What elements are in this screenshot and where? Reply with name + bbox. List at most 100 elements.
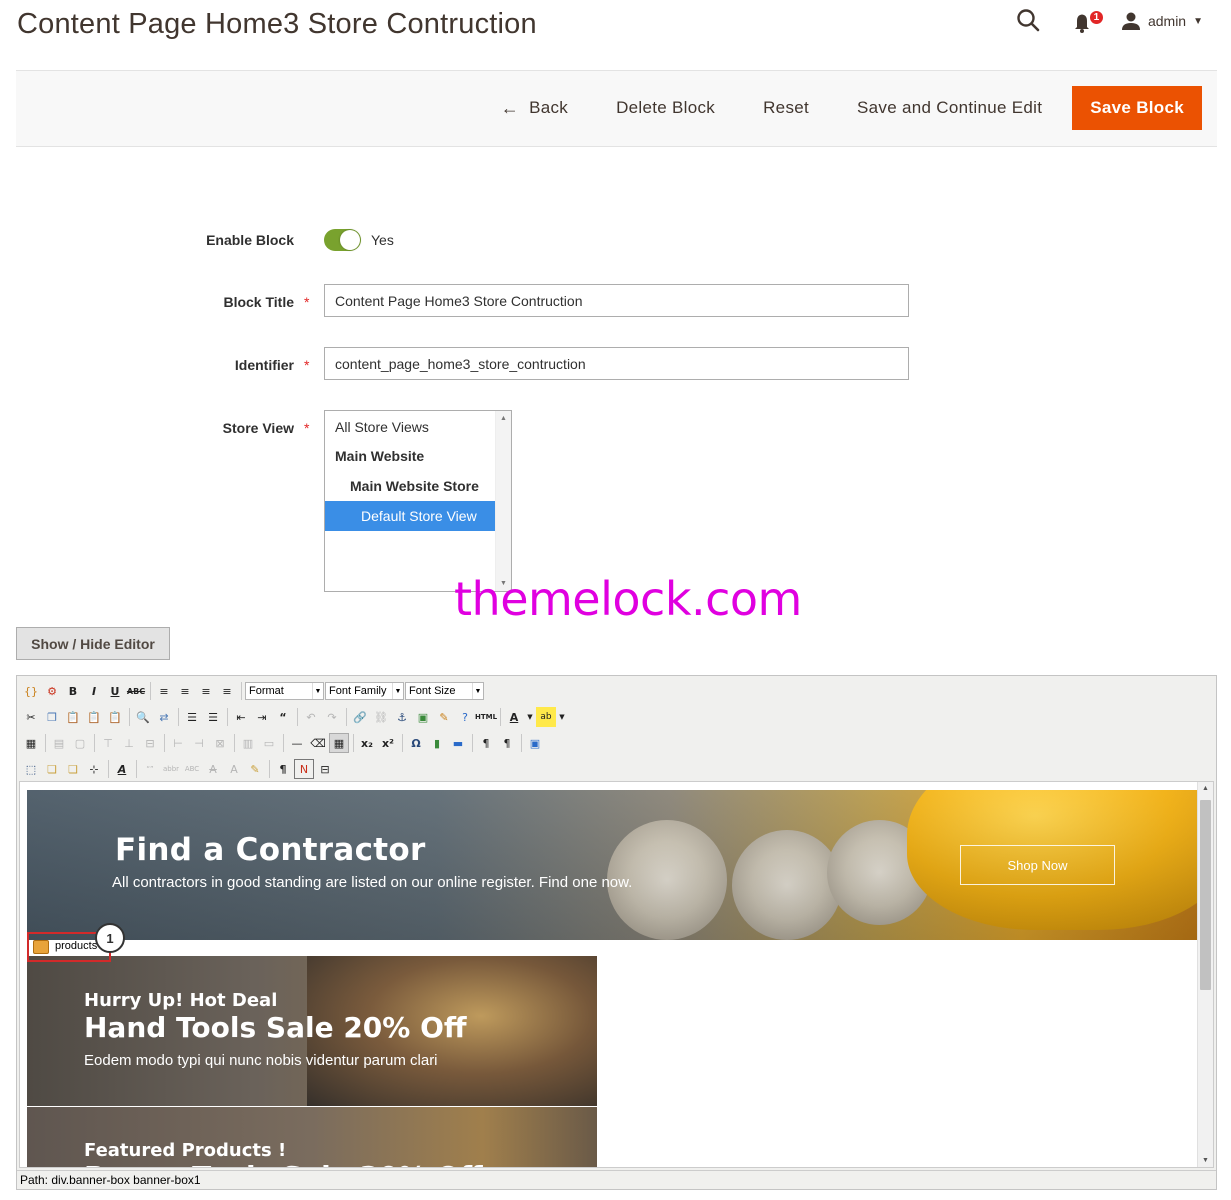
delete-row-icon[interactable]: ⊟ xyxy=(140,733,160,753)
redo-icon[interactable]: ↷ xyxy=(322,707,342,727)
paste-icon[interactable]: 📋 xyxy=(63,707,83,727)
store-option[interactable]: All Store Views xyxy=(325,411,495,441)
font-size-select[interactable]: Font Size ▼ xyxy=(405,682,484,700)
page-break-icon[interactable]: ⊟ xyxy=(315,759,335,779)
insertion-icon[interactable]: A xyxy=(224,759,244,779)
html-source-icon[interactable]: HTML xyxy=(475,707,497,727)
back-button[interactable]: ← Back xyxy=(477,86,592,130)
anchor-icon[interactable]: ⚓ xyxy=(392,707,412,727)
save-and-continue-button[interactable]: Save and Continue Edit xyxy=(833,86,1066,130)
show-hide-editor-button[interactable]: Show / Hide Editor xyxy=(16,627,170,660)
search-icon[interactable] xyxy=(1014,6,1044,36)
insert-col-after-icon[interactable]: ⊣ xyxy=(189,733,209,753)
align-left-icon[interactable]: ≡ xyxy=(154,681,174,701)
store-view-multiselect[interactable]: All Store Views Main Website Main Websit… xyxy=(324,410,512,592)
paste-text-icon[interactable]: 📋 xyxy=(84,707,104,727)
indent-icon[interactable]: ⇥ xyxy=(252,707,272,727)
text-color-icon[interactable]: A xyxy=(504,707,524,727)
image-icon[interactable]: ▣ xyxy=(413,707,433,727)
cut-icon[interactable]: ✂ xyxy=(21,707,41,727)
chevron-down-icon[interactable]: ▼ xyxy=(557,707,567,727)
split-cells-icon[interactable]: ▥ xyxy=(238,733,258,753)
scroll-down-icon[interactable]: ▼ xyxy=(1202,1157,1209,1164)
acronym-icon[interactable]: ABC xyxy=(182,759,202,779)
media-icon[interactable]: ▮ xyxy=(427,733,447,753)
absolute-icon[interactable]: ⊹ xyxy=(84,759,104,779)
move-backward-icon[interactable]: ❏ xyxy=(63,759,83,779)
editor-content-area[interactable]: Find a Contractor All contractors in goo… xyxy=(19,781,1214,1168)
move-forward-icon[interactable]: ❏ xyxy=(42,759,62,779)
editor-scrollbar[interactable]: ▲ ▼ xyxy=(1197,782,1213,1167)
block-title-input[interactable]: Content Page Home3 Store Contruction xyxy=(324,284,909,317)
insert-widget-icon[interactable]: ⚙ xyxy=(42,681,62,701)
paste-word-icon[interactable]: 📋 xyxy=(105,707,125,727)
remove-format-icon[interactable]: ⌫ xyxy=(308,733,328,753)
insert-col-before-icon[interactable]: ⊢ xyxy=(168,733,188,753)
deletion-icon[interactable]: A xyxy=(203,759,223,779)
scrollbar-thumb[interactable] xyxy=(1200,800,1211,990)
store-list-scrollbar[interactable]: ▲ ▼ xyxy=(495,411,511,591)
delete-block-button[interactable]: Delete Block xyxy=(592,86,739,130)
outdent-icon[interactable]: ⇤ xyxy=(231,707,251,727)
insert-variable-icon[interactable]: {} xyxy=(21,681,41,701)
rtl-icon[interactable]: ¶ xyxy=(497,733,517,753)
bold-icon[interactable]: B xyxy=(63,681,83,701)
store-option[interactable]: Main Website xyxy=(325,441,495,471)
insert-layer-icon[interactable]: ⬚ xyxy=(21,759,41,779)
scroll-up-icon[interactable]: ▲ xyxy=(500,415,507,422)
enable-block-toggle[interactable] xyxy=(324,229,361,251)
store-option[interactable]: Main Website Store xyxy=(325,471,495,501)
attributes-icon[interactable]: ✎ xyxy=(245,759,265,779)
blockquote-icon[interactable]: “ xyxy=(273,707,293,727)
underline-icon[interactable]: U xyxy=(105,681,125,701)
nonbreaking-icon[interactable]: N xyxy=(294,759,314,779)
align-justify-icon[interactable]: ≡ xyxy=(217,681,237,701)
insert-row-before-icon[interactable]: ⊤ xyxy=(98,733,118,753)
visual-aid-icon[interactable]: ▦ xyxy=(329,733,349,753)
required-mark: * xyxy=(304,357,310,373)
background-color-icon[interactable]: ab xyxy=(536,707,556,727)
fullscreen-icon[interactable]: ▣ xyxy=(525,733,545,753)
advanced-hr-icon[interactable]: ▬ xyxy=(448,733,468,753)
insert-row-after-icon[interactable]: ⊥ xyxy=(119,733,139,753)
store-option-selected[interactable]: Default Store View xyxy=(325,501,495,531)
special-char-icon[interactable]: Ω xyxy=(406,733,426,753)
numbered-list-icon[interactable]: ☰ xyxy=(203,707,223,727)
save-block-button[interactable]: Save Block xyxy=(1072,86,1202,130)
chevron-down-icon[interactable]: ▼ xyxy=(525,707,535,727)
show-blocks-icon[interactable]: ¶ xyxy=(273,759,293,779)
notifications-bell-icon[interactable]: 1 xyxy=(1068,6,1105,36)
admin-user-menu[interactable]: admin ▼ xyxy=(1120,10,1203,32)
align-center-icon[interactable]: ≡ xyxy=(175,681,195,701)
scroll-up-icon[interactable]: ▲ xyxy=(1202,785,1209,792)
shop-now-button[interactable]: Shop Now xyxy=(960,845,1115,885)
merge-cells-icon[interactable]: ▭ xyxy=(259,733,279,753)
delete-col-icon[interactable]: ⊠ xyxy=(210,733,230,753)
bullet-list-icon[interactable]: ☰ xyxy=(182,707,202,727)
subscript-icon[interactable]: x₂ xyxy=(357,733,377,753)
cell-props-icon[interactable]: ▢ xyxy=(70,733,90,753)
format-select[interactable]: Format ▼ xyxy=(245,682,324,700)
unlink-icon[interactable]: ⛓ xyxy=(371,707,391,727)
ltr-icon[interactable]: ¶ xyxy=(476,733,496,753)
reset-button[interactable]: Reset xyxy=(739,86,833,130)
replace-icon[interactable]: ⇄ xyxy=(154,707,174,727)
table-icon[interactable]: ▦ xyxy=(21,733,41,753)
cite-icon[interactable]: “” xyxy=(140,759,160,779)
superscript-icon[interactable]: x² xyxy=(378,733,398,753)
help-icon[interactable]: ? xyxy=(455,707,475,727)
link-icon[interactable]: 🔗 xyxy=(350,707,370,727)
cleanup-icon[interactable]: ✎ xyxy=(434,707,454,727)
copy-icon[interactable]: ❐ xyxy=(42,707,62,727)
abbreviation-icon[interactable]: abbr xyxy=(161,759,181,779)
row-props-icon[interactable]: ▤ xyxy=(49,733,69,753)
find-icon[interactable]: 🔍 xyxy=(133,707,153,727)
styles-icon[interactable]: A xyxy=(112,759,132,779)
strikethrough-icon[interactable]: ABC xyxy=(126,681,146,701)
identifier-input[interactable]: content_page_home3_store_contruction xyxy=(324,347,909,380)
italic-icon[interactable]: I xyxy=(84,681,104,701)
horizontal-rule-icon[interactable]: — xyxy=(287,733,307,753)
align-right-icon[interactable]: ≡ xyxy=(196,681,216,701)
undo-icon[interactable]: ↶ xyxy=(301,707,321,727)
font-family-select[interactable]: Font Family ▼ xyxy=(325,682,404,700)
